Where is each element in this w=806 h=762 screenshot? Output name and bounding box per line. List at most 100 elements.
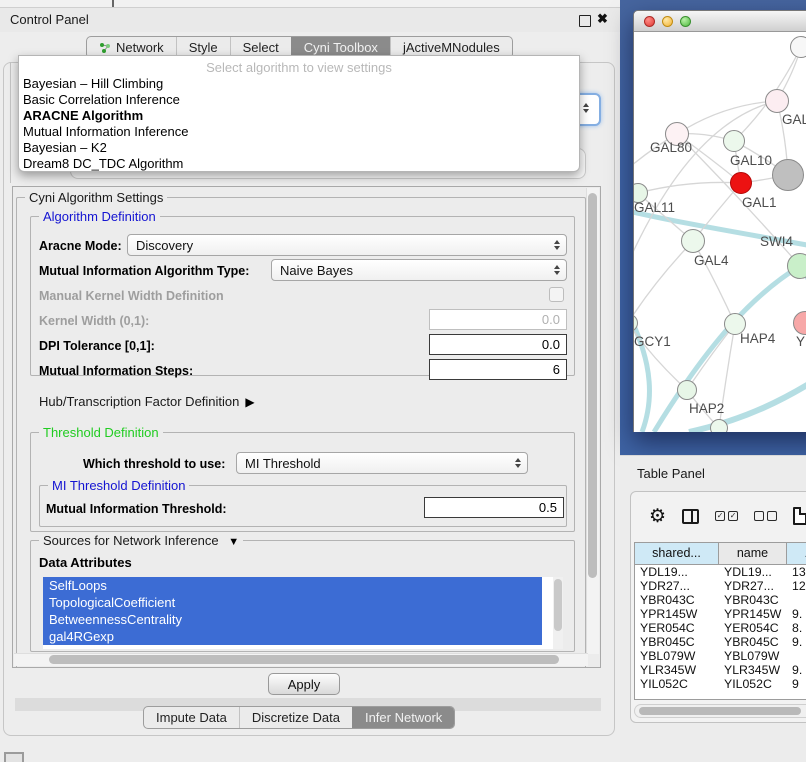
node-hap2[interactable] bbox=[677, 380, 697, 400]
node-table[interactable]: shared...nameA YDL19...YDL19...13YDR27..… bbox=[634, 542, 806, 700]
table-cell: YDL19... bbox=[635, 565, 719, 579]
table-cell: YDR27... bbox=[635, 579, 719, 593]
settings-vscrollbar-thumb[interactable] bbox=[588, 193, 597, 578]
tab-label: Infer Network bbox=[365, 710, 442, 725]
table-cell: YPR145W bbox=[719, 607, 787, 621]
node-gal4-label: GAL4 bbox=[694, 253, 729, 268]
which-threshold-label: Which threshold to use: bbox=[83, 457, 225, 471]
node-swi4[interactable] bbox=[787, 253, 806, 279]
settings-hscrollbar[interactable] bbox=[14, 653, 588, 666]
mi-threshold-input[interactable]: 0.5 bbox=[424, 497, 564, 518]
list-scrollbar-thumb[interactable] bbox=[554, 579, 562, 631]
tab-impute-data[interactable]: Impute Data bbox=[144, 707, 239, 728]
node-gal-partial-label: GAL bbox=[782, 112, 806, 127]
table-row[interactable]: YBL079WYBL079W bbox=[635, 649, 806, 663]
node-gal-partial[interactable] bbox=[765, 89, 789, 113]
table-cell: YBR045C bbox=[635, 635, 719, 649]
top-strip bbox=[0, 0, 620, 8]
collapsed-panel-icon[interactable] bbox=[4, 752, 24, 762]
desktop-background: GALGAL80GAL10GAL1GAL11SWI4GAL4GCY1HAP4YH… bbox=[620, 0, 806, 455]
mi-steps-input[interactable]: 6 bbox=[429, 359, 567, 380]
table-hscrollbar[interactable] bbox=[634, 704, 806, 718]
node-gal11-label: GAL11 bbox=[634, 200, 675, 215]
table-row[interactable]: YPR145WYPR145W9. bbox=[635, 607, 806, 621]
column-header-a[interactable]: A bbox=[787, 543, 806, 564]
attribute-item-betweennesscentrality[interactable]: BetweennessCentrality bbox=[43, 611, 542, 628]
mi-threshold-label: Mutual Information Threshold: bbox=[46, 502, 227, 516]
threshold-definition-title: Threshold Definition bbox=[39, 425, 163, 440]
hub-definition-label: Hub/Transcription Factor Definition bbox=[39, 394, 239, 409]
table-cell: YLR345W bbox=[719, 663, 787, 677]
gear-icon[interactable]: ⚙ bbox=[649, 507, 666, 526]
table-cell bbox=[787, 649, 806, 663]
columns-icon[interactable] bbox=[682, 509, 699, 524]
table-header: shared...nameA bbox=[635, 543, 806, 565]
tab-infer-network[interactable]: Infer Network bbox=[352, 707, 454, 728]
mi-steps-label: Mutual Information Steps: bbox=[39, 364, 193, 378]
sources-title[interactable]: Sources for Network Inference ▼ bbox=[39, 533, 243, 548]
column-header-shared-[interactable]: shared... bbox=[635, 543, 719, 564]
attribute-item-selfloops[interactable]: SelfLoops bbox=[43, 577, 542, 594]
dropdown-item-aracne-algorithm[interactable]: ARACNE Algorithm bbox=[19, 108, 579, 124]
node-gal10[interactable] bbox=[723, 130, 745, 152]
mi-type-combo[interactable]: Naive Bayes bbox=[271, 259, 567, 281]
cyni-bottom-tabs: Impute DataDiscretize Data Infer Network bbox=[143, 706, 455, 729]
tab-discretize-data[interactable]: Discretize Data bbox=[239, 707, 352, 728]
table-row[interactable]: YBR043CYBR043C bbox=[635, 593, 806, 607]
apply-button[interactable]: Apply bbox=[268, 673, 340, 695]
dpi-tolerance-input[interactable]: 0.0 bbox=[429, 334, 567, 355]
manual-kernel-checkbox[interactable] bbox=[549, 287, 564, 302]
node-gal10-label: GAL10 bbox=[730, 153, 772, 168]
aracne-mode-combo[interactable]: Discovery bbox=[127, 234, 567, 256]
column-header-name[interactable]: name bbox=[719, 543, 787, 564]
table-row[interactable]: YBR045CYBR045C9. bbox=[635, 635, 806, 649]
settings-vscrollbar[interactable] bbox=[586, 188, 599, 654]
table-row[interactable]: YER054CYER054C8. bbox=[635, 621, 806, 635]
kernel-width-input[interactable]: 0.0 bbox=[429, 309, 567, 330]
unchecked-columns-icon[interactable] bbox=[754, 511, 777, 521]
attribute-item-topologicalcoefficient[interactable]: TopologicalCoefficient bbox=[43, 594, 542, 611]
hub-definition-expander[interactable]: Hub/Transcription Factor Definition ▶ bbox=[39, 394, 255, 409]
manual-kernel-label: Manual Kernel Width Definition bbox=[39, 289, 224, 303]
dropdown-item-mutual-information-inference[interactable]: Mutual Information Inference bbox=[19, 124, 579, 140]
table-row[interactable]: YDR27...YDR27...12 bbox=[635, 579, 806, 593]
list-scrollbar[interactable] bbox=[553, 577, 563, 649]
dropdown-item-dream8-dc-tdc-algorithm[interactable]: Dream8 DC_TDC Algorithm bbox=[19, 156, 579, 172]
triangle-right-icon: ▶ bbox=[245, 395, 254, 409]
threshold-definition-group: Threshold Definition Which threshold to … bbox=[30, 432, 575, 532]
table-row[interactable]: YDL19...YDL19...13 bbox=[635, 565, 806, 579]
node-gal4[interactable] bbox=[681, 229, 705, 253]
node-gal1[interactable] bbox=[730, 172, 752, 194]
node-gray[interactable] bbox=[772, 159, 804, 191]
table-row[interactable]: YLR345WYLR345W9. bbox=[635, 663, 806, 677]
network-window-titlebar[interactable] bbox=[634, 11, 806, 32]
close-icon[interactable]: ✖ bbox=[597, 11, 608, 27]
table-hscrollbar-thumb[interactable] bbox=[639, 707, 801, 715]
checked-columns-icon[interactable]: ✓✓ bbox=[715, 511, 738, 521]
node-bottom-partial[interactable] bbox=[710, 419, 728, 432]
dropdown-item-basic-correlation-inference[interactable]: Basic Correlation Inference bbox=[19, 92, 579, 108]
which-threshold-combo[interactable]: MI Threshold bbox=[236, 452, 528, 474]
table-cell: YLR345W bbox=[635, 663, 719, 677]
algorithm-dropdown-items: Bayesian – Hill ClimbingBasic Correlatio… bbox=[19, 76, 579, 172]
float-window-icon[interactable] bbox=[579, 15, 591, 27]
checked-box-icon: ✓ bbox=[715, 511, 725, 521]
control-panel-title: Control Panel bbox=[10, 12, 89, 27]
node-top-partial[interactable] bbox=[790, 36, 806, 58]
control-panel: Control Panel ✖ NetworkStyleSelectCyni T… bbox=[0, 0, 620, 762]
table-row[interactable]: YIL052CYIL052C9 bbox=[635, 677, 806, 691]
checked-box-icon-2: ✓ bbox=[728, 511, 738, 521]
network-window[interactable]: GALGAL80GAL10GAL1GAL11SWI4GAL4GCY1HAP4YH… bbox=[633, 10, 806, 432]
zoom-traffic-light-icon[interactable] bbox=[680, 16, 691, 27]
settings-hscrollbar-thumb[interactable] bbox=[49, 655, 559, 664]
minimize-traffic-light-icon[interactable] bbox=[662, 16, 673, 27]
data-attributes-list[interactable]: SelfLoopsTopologicalCoefficientBetweenne… bbox=[43, 577, 563, 649]
dropdown-item-bayesian-hill-climbing[interactable]: Bayesian – Hill Climbing bbox=[19, 76, 579, 92]
new-table-file-icon[interactable] bbox=[793, 507, 806, 525]
close-traffic-light-icon[interactable] bbox=[644, 16, 655, 27]
network-canvas[interactable]: GALGAL80GAL10GAL1GAL11SWI4GAL4GCY1HAP4YH… bbox=[634, 32, 806, 432]
dropdown-item-bayesian-k2[interactable]: Bayesian – K2 bbox=[19, 140, 579, 156]
attribute-item-gal4rgexp[interactable]: gal4RGexp bbox=[43, 628, 542, 645]
cyni-settings-scrollpane: Cyni Algorithm Settings Algorithm Defini… bbox=[12, 186, 601, 668]
which-threshold-value: MI Threshold bbox=[245, 456, 321, 471]
